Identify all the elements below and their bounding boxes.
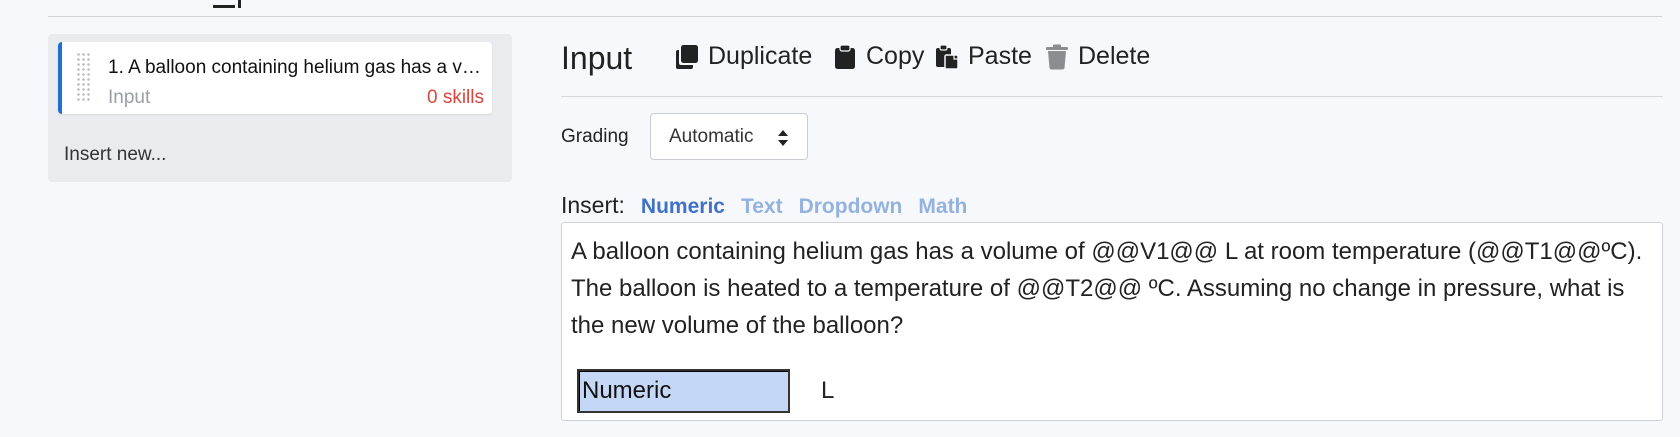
question-editor-panel: Input Duplicate Copy Paste Delete Gradin… bbox=[561, 34, 1663, 434]
insert-toolbar: Insert: Numeric Text Dropdown Math bbox=[561, 192, 983, 222]
paste-button[interactable]: Paste bbox=[935, 42, 1032, 71]
delete-button[interactable]: Delete bbox=[1045, 42, 1150, 71]
copy-button-label: Copy bbox=[866, 42, 925, 70]
question-card-title: 1. A balloon containing helium gas has a… bbox=[108, 57, 488, 78]
drag-handle-icon[interactable] bbox=[76, 52, 92, 102]
sort-caret-icon bbox=[778, 130, 788, 146]
page-title: Input bbox=[561, 40, 633, 76]
grading-select-value: Automatic bbox=[669, 125, 754, 147]
question-sidebar: 1. A balloon containing helium gas has a… bbox=[48, 34, 512, 182]
header-divider bbox=[561, 96, 1663, 97]
insert-label: Insert: bbox=[561, 192, 625, 218]
insert-new-link[interactable]: Insert new... bbox=[64, 144, 166, 166]
top-strip bbox=[0, 0, 1680, 18]
editor-header: Input Duplicate Copy Paste Delete bbox=[561, 34, 1663, 90]
question-card-skills[interactable]: 0 skills bbox=[427, 87, 484, 109]
question-text[interactable]: A balloon containing helium gas has a vo… bbox=[571, 233, 1651, 344]
duplicate-button-label: Duplicate bbox=[708, 42, 813, 70]
grading-select[interactable]: Automatic bbox=[650, 113, 808, 160]
trash-icon bbox=[1046, 44, 1068, 70]
question-text-editor[interactable]: A balloon containing helium gas has a vo… bbox=[561, 222, 1663, 421]
delete-button-label: Delete bbox=[1078, 42, 1151, 70]
insert-numeric-link[interactable]: Numeric bbox=[641, 195, 725, 219]
answer-unit: L bbox=[821, 377, 835, 404]
insert-dropdown-link[interactable]: Dropdown bbox=[799, 195, 903, 219]
paste-button-label: Paste bbox=[968, 42, 1032, 70]
insert-math-link[interactable]: Math bbox=[918, 195, 967, 219]
paste-icon bbox=[936, 43, 959, 70]
top-divider bbox=[48, 16, 1662, 17]
grading-label: Grading bbox=[561, 126, 629, 147]
copy-button[interactable]: Copy bbox=[833, 42, 924, 71]
duplicate-icon bbox=[676, 44, 698, 69]
numeric-answer-field[interactable]: Numeric bbox=[577, 369, 790, 413]
question-card[interactable]: 1. A balloon containing helium gas has a… bbox=[58, 42, 492, 114]
question-card-type: Input bbox=[108, 87, 151, 108]
insert-text-link[interactable]: Text bbox=[741, 195, 783, 219]
duplicate-button[interactable]: Duplicate bbox=[675, 42, 812, 71]
cursor-glyph-icon bbox=[213, 0, 243, 8]
clipboard-icon bbox=[835, 43, 855, 69]
